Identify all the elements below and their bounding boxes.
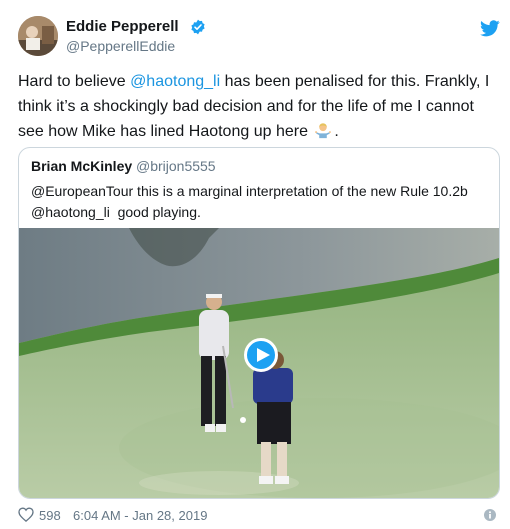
author-handle[interactable]: @PepperellEddie — [66, 38, 175, 54]
embedded-tweet: Eddie Pepperell @PepperellEddie Hard to … — [0, 0, 510, 529]
quoted-tweet[interactable]: Brian McKinley @brijon5555 @EuropeanTour… — [18, 147, 500, 499]
twitter-bird-icon[interactable] — [480, 20, 500, 37]
play-button[interactable] — [244, 338, 278, 372]
tweet-body: Hard to believe @haotong_li has been pen… — [18, 69, 496, 144]
quoted-mention-link[interactable]: @EuropeanTour — [31, 183, 133, 199]
quoted-text-segment: this is a marginal interpretation of the… — [133, 183, 468, 199]
mention-link[interactable]: @haotong_li — [130, 73, 220, 90]
tweet-text-segment: . — [334, 123, 339, 140]
like-count[interactable]: 598 — [39, 508, 61, 523]
tweet-text-segment: Hard to believe — [18, 73, 131, 90]
verified-badge-icon — [191, 19, 205, 35]
video-player[interactable] — [19, 228, 499, 498]
author-avatar[interactable] — [18, 16, 58, 56]
man-shrugging-emoji-icon — [315, 123, 332, 139]
quoted-mention-link[interactable]: @haotong_li — [31, 204, 110, 220]
tweet-timestamp[interactable]: 6:04 AM - Jan 28, 2019 — [73, 508, 207, 523]
play-icon — [257, 348, 270, 362]
author-display-name[interactable]: Eddie Pepperell — [66, 18, 179, 35]
heart-icon[interactable] — [18, 507, 34, 522]
info-icon[interactable] — [484, 509, 496, 521]
quoted-text-segment: good playing. — [109, 204, 201, 220]
quoted-author-display-name[interactable]: Brian McKinley — [31, 158, 132, 174]
quoted-tweet-body: @EuropeanTour this is a marginal interpr… — [31, 181, 491, 223]
quoted-author-handle[interactable]: @brijon5555 — [136, 158, 216, 174]
